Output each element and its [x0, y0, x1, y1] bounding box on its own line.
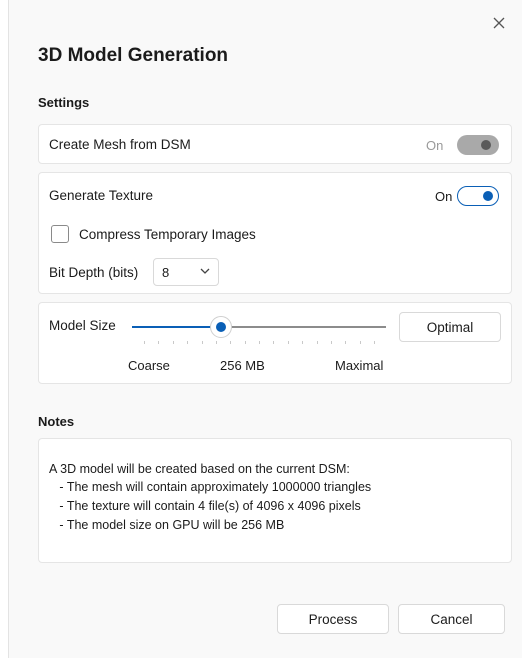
scale-max-label: Maximal [335, 358, 384, 373]
mesh-toggle-text: On [426, 138, 444, 153]
bit-depth-value: 8 [162, 264, 170, 280]
scale-min-label: Coarse [128, 358, 170, 373]
compress-checkbox[interactable] [51, 225, 69, 243]
slider-tick [330, 341, 332, 344]
slider-tick [201, 341, 203, 344]
notes-line: A 3D model will be created based on the … [49, 462, 350, 476]
slider-tick [273, 341, 275, 344]
mesh-card: Create Mesh from DSM On [38, 124, 512, 164]
slider-tick [374, 341, 375, 344]
texture-toggle[interactable] [457, 186, 499, 206]
slider-tick [259, 341, 260, 344]
scale-current-label: 256 MB [220, 358, 265, 373]
close-icon[interactable] [486, 10, 512, 36]
slider-tick [359, 341, 361, 344]
bit-depth-select[interactable]: 8 [153, 258, 219, 286]
close-glyph [493, 17, 505, 29]
notes-line: - The mesh will contain approximately 10… [49, 480, 372, 494]
slider-tick [345, 341, 347, 344]
slider-tick [302, 341, 304, 344]
notes-line: - The model size on GPU will be 256 MB [49, 518, 285, 532]
dialog: 3D Model Generation Settings Create Mesh… [8, 0, 522, 658]
slider-tick [215, 341, 217, 344]
model-size-card: Model Size Optimal Coarse 256 MB Maximal [38, 302, 512, 384]
model-size-slider-thumb[interactable] [209, 316, 232, 338]
slider-tick [244, 341, 246, 344]
dialog-title: 3D Model Generation [38, 45, 229, 66]
cancel-button[interactable]: Cancel [398, 604, 505, 634]
process-button[interactable]: Process [277, 604, 389, 634]
slider-fill [132, 326, 221, 328]
optimal-button[interactable]: Optimal [399, 312, 501, 342]
model-size-label: Model Size [49, 318, 116, 333]
toggle-knob [483, 190, 493, 201]
texture-label: Generate Texture [49, 188, 154, 203]
compress-label: Compress Temporary Images [79, 227, 256, 242]
mesh-label: Create Mesh from DSM [49, 137, 191, 152]
slider-tick [158, 341, 160, 344]
slider-tick [316, 341, 318, 344]
slider-tick [187, 341, 189, 344]
toggle-knob [481, 140, 491, 150]
notes-heading: Notes [38, 414, 75, 429]
chevron-down-icon [200, 268, 210, 274]
slider-thumb-dot [215, 322, 226, 332]
texture-card: Generate Texture On Compress Temporary I… [38, 172, 512, 294]
notes-box: A 3D model will be created based on the … [38, 438, 512, 563]
slider-tick [144, 341, 145, 344]
bit-depth-label: Bit Depth (bits) [49, 265, 139, 280]
slider-tick [230, 341, 232, 344]
notes-line: - The texture will contain 4 file(s) of … [49, 499, 361, 513]
slider-tick [287, 341, 289, 344]
slider-tick [172, 341, 174, 344]
texture-toggle-text: On [435, 189, 453, 204]
mesh-toggle[interactable] [457, 135, 499, 155]
settings-heading: Settings [38, 95, 90, 110]
